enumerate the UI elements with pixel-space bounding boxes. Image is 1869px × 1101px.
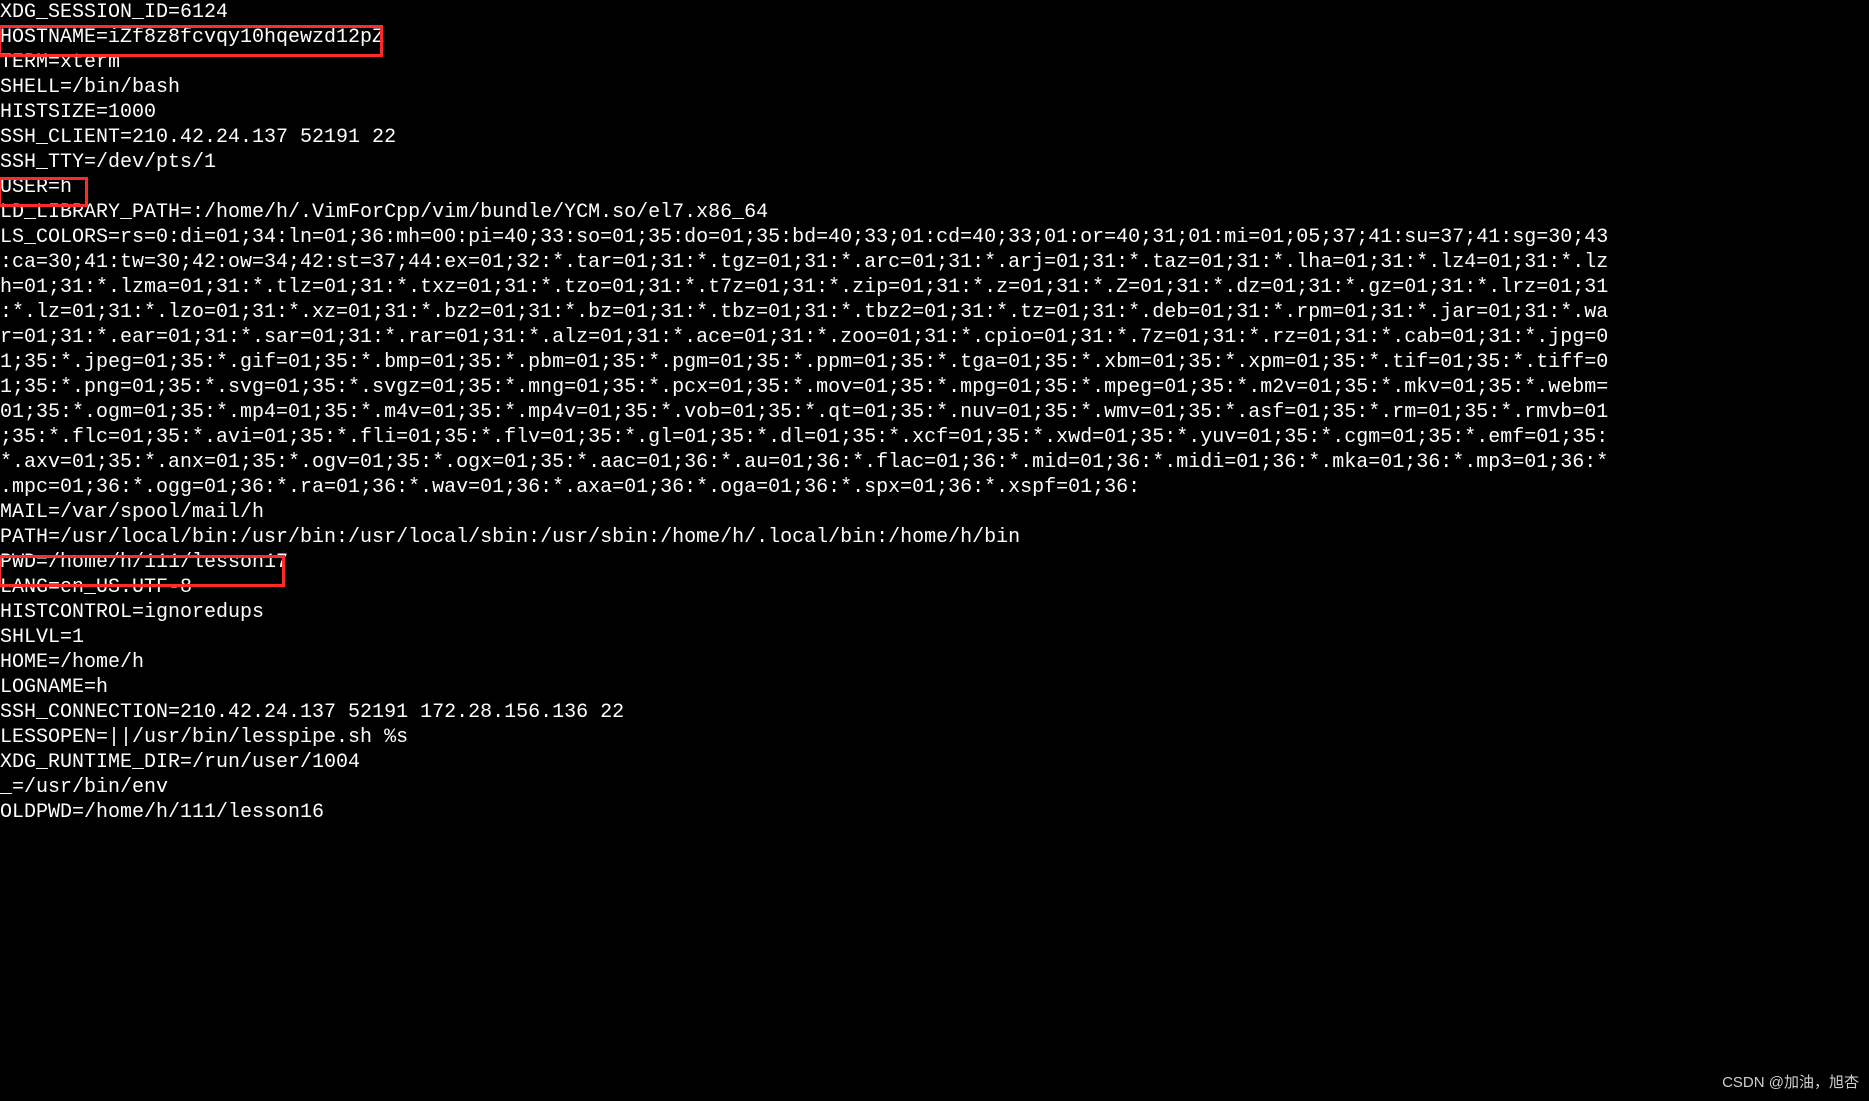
terminal-line: SSH_CONNECTION=210.42.24.137 52191 172.2…	[0, 700, 1869, 725]
terminal-line: HOME=/home/h	[0, 650, 1869, 675]
terminal-output[interactable]: XDG_SESSION_ID=6124HOSTNAME=iZf8z8fcvqy1…	[0, 0, 1869, 825]
terminal-line: LD_LIBRARY_PATH=:/home/h/.VimForCpp/vim/…	[0, 200, 1869, 225]
terminal-line: h=01;31:*.lzma=01;31:*.tlz=01;31:*.txz=0…	[0, 275, 1869, 300]
terminal-line: USER=h	[0, 175, 1869, 200]
terminal-line: .mpc=01;36:*.ogg=01;36:*.ra=01;36:*.wav=…	[0, 475, 1869, 500]
terminal-line: LS_COLORS=rs=0:di=01;34:ln=01;36:mh=00:p…	[0, 225, 1869, 250]
terminal-line: MAIL=/var/spool/mail/h	[0, 500, 1869, 525]
terminal-line: :*.lz=01;31:*.lzo=01;31:*.xz=01;31:*.bz2…	[0, 300, 1869, 325]
terminal-line: TERM=xterm	[0, 50, 1869, 75]
terminal-line: SHELL=/bin/bash	[0, 75, 1869, 100]
terminal-line: 01;35:*.ogm=01;35:*.mp4=01;35:*.m4v=01;3…	[0, 400, 1869, 425]
terminal-line: 1;35:*.jpeg=01;35:*.gif=01;35:*.bmp=01;3…	[0, 350, 1869, 375]
terminal-line: *.axv=01;35:*.anx=01;35:*.ogv=01;35:*.og…	[0, 450, 1869, 475]
terminal-line: PWD=/home/h/111/lesson17	[0, 550, 1869, 575]
terminal-line: HISTCONTROL=ignoredups	[0, 600, 1869, 625]
terminal-line: HOSTNAME=iZf8z8fcvqy10hqewzd12pZ	[0, 25, 1869, 50]
terminal-line: XDG_RUNTIME_DIR=/run/user/1004	[0, 750, 1869, 775]
watermark-text: CSDN @加油，旭杏	[1722, 1070, 1859, 1095]
terminal-line: SSH_CLIENT=210.42.24.137 52191 22	[0, 125, 1869, 150]
terminal-line: _=/usr/bin/env	[0, 775, 1869, 800]
terminal-line: LESSOPEN=||/usr/bin/lesspipe.sh %s	[0, 725, 1869, 750]
terminal-line: SHLVL=1	[0, 625, 1869, 650]
terminal-line: HISTSIZE=1000	[0, 100, 1869, 125]
terminal-line: :ca=30;41:tw=30;42:ow=34;42:st=37;44:ex=…	[0, 250, 1869, 275]
terminal-line: LANG=en_US.UTF-8	[0, 575, 1869, 600]
terminal-line: XDG_SESSION_ID=6124	[0, 0, 1869, 25]
terminal-line: 1;35:*.png=01;35:*.svg=01;35:*.svgz=01;3…	[0, 375, 1869, 400]
terminal-line: SSH_TTY=/dev/pts/1	[0, 150, 1869, 175]
terminal-line: PATH=/usr/local/bin:/usr/bin:/usr/local/…	[0, 525, 1869, 550]
terminal-line: LOGNAME=h	[0, 675, 1869, 700]
terminal-line: OLDPWD=/home/h/111/lesson16	[0, 800, 1869, 825]
terminal-line: ;35:*.flc=01;35:*.avi=01;35:*.fli=01;35:…	[0, 425, 1869, 450]
terminal-line: r=01;31:*.ear=01;31:*.sar=01;31:*.rar=01…	[0, 325, 1869, 350]
